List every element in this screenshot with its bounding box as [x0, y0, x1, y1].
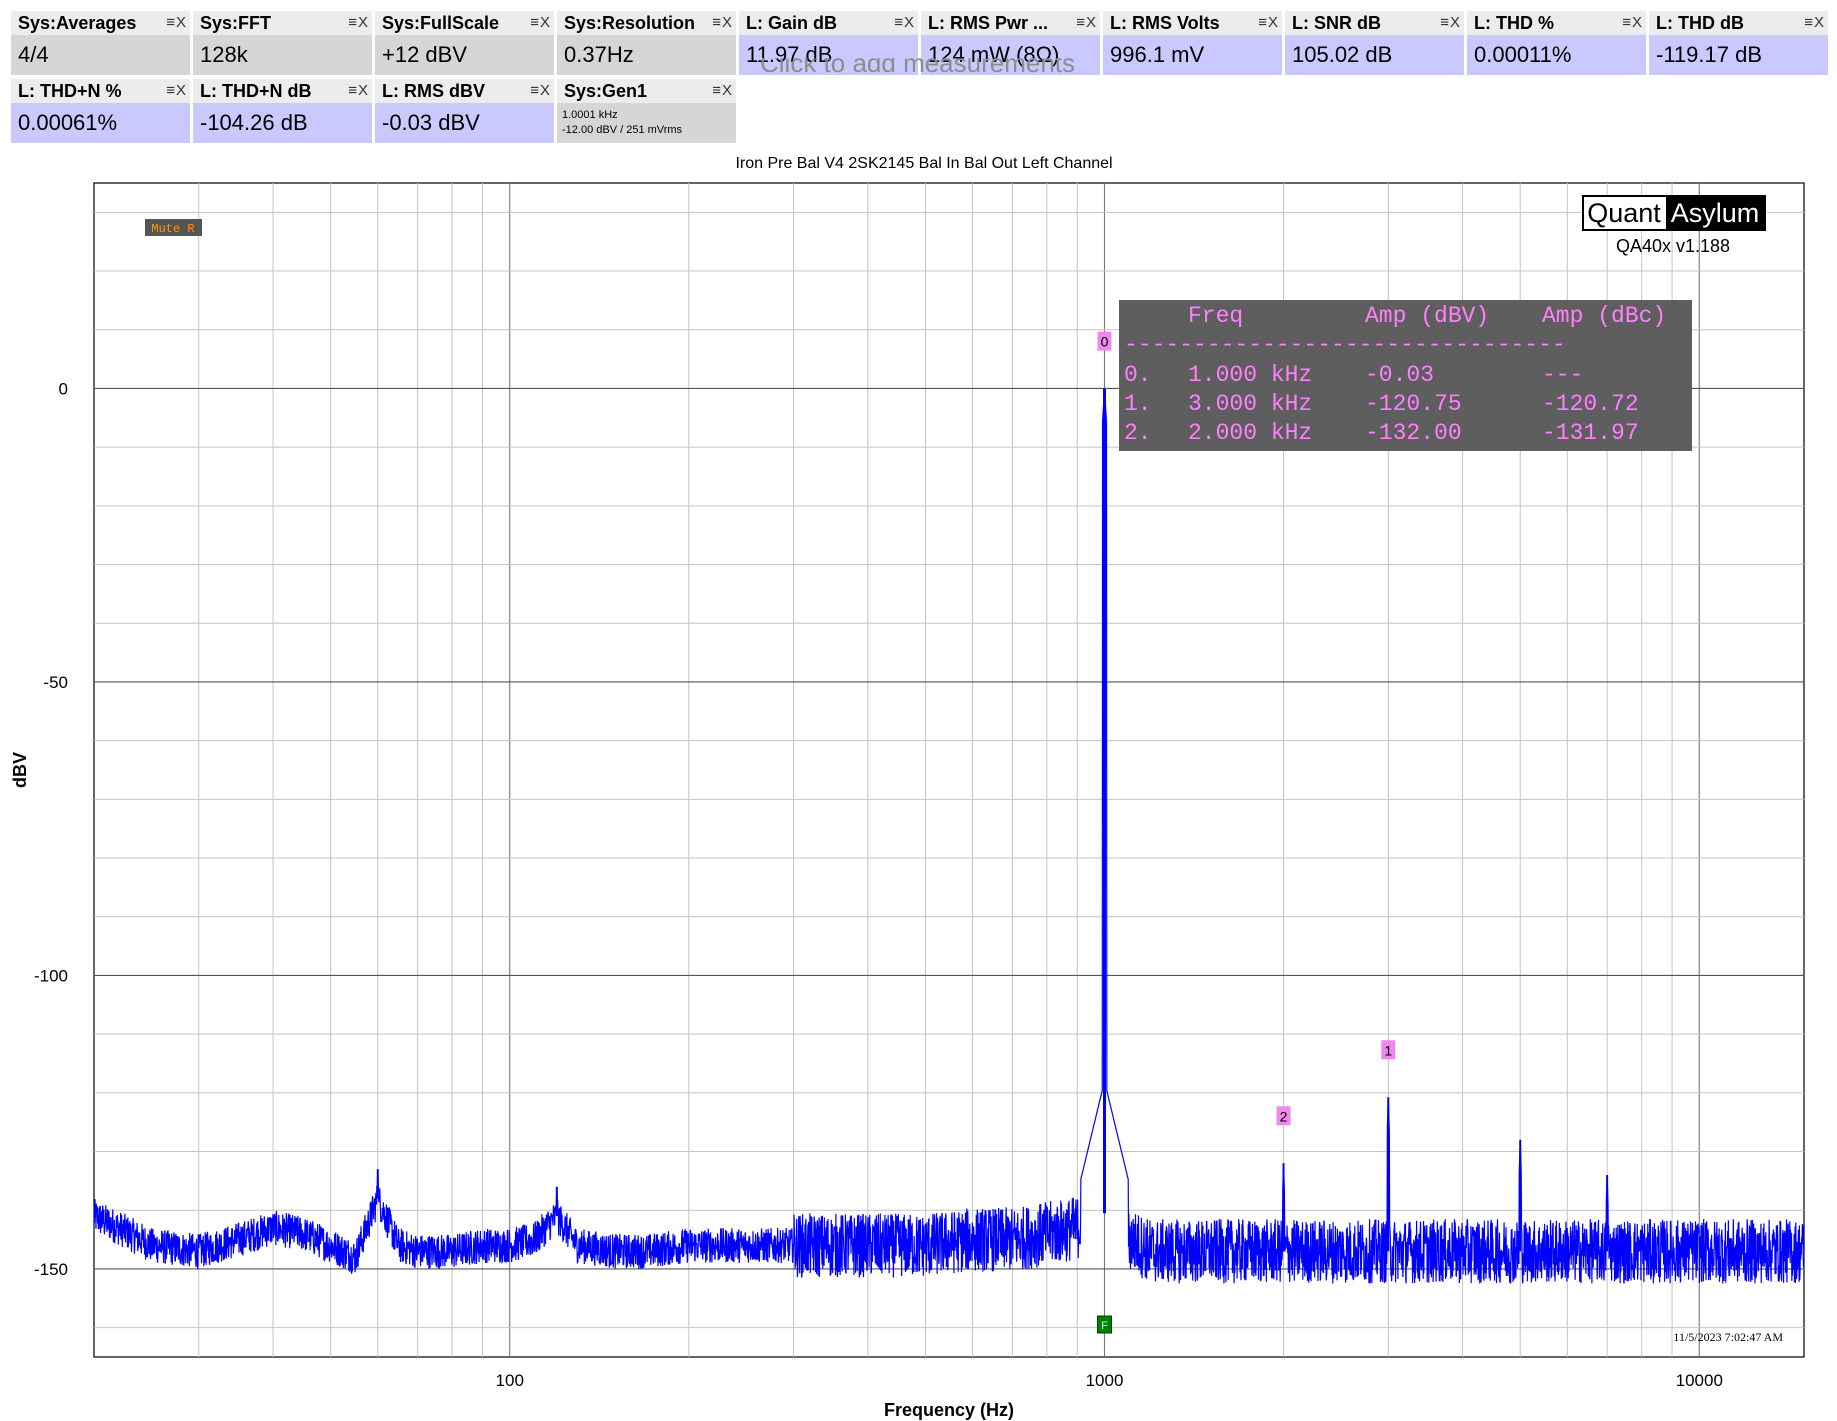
table-separator: --------------------------------: [1124, 332, 1566, 358]
y-tick-label: -150: [34, 1260, 68, 1279]
table-cell: 2.: [1124, 420, 1152, 446]
marker-label: 1: [1384, 1042, 1392, 1058]
table-cell: 1.: [1124, 391, 1152, 417]
table-cell: 3.000 kHz: [1188, 391, 1312, 417]
table-cell: 1.000 kHz: [1188, 362, 1312, 388]
chart-title: Iron Pre Bal V4 2SK2145 Bal In Bal Out L…: [735, 155, 1112, 172]
table-cell: 2.000 kHz: [1188, 420, 1312, 446]
harmonic-marker[interactable]: 2: [1276, 1106, 1291, 1126]
quantasylum-logo: Quant Asylum: [1582, 195, 1766, 231]
table-cell: -120.75: [1365, 391, 1462, 417]
table-cell: -131.97: [1542, 420, 1639, 446]
table-row: 2. 2.000 kHz -132.00 -131.97: [1124, 420, 1639, 446]
y-tick-label: -100: [34, 966, 68, 985]
marker-label: 0: [1101, 334, 1109, 350]
table-row: 1. 3.000 kHz -120.75 -120.72: [1124, 391, 1639, 417]
x-axis-label: Frequency (Hz): [884, 1400, 1014, 1420]
fundamental-marker[interactable]: F: [1096, 1315, 1112, 1334]
mute-r-badge: Mute R: [145, 219, 202, 236]
table-cell: 0.: [1124, 362, 1152, 388]
x-tick-label: 1000: [1086, 1371, 1124, 1390]
y-tick-label: 0: [59, 379, 68, 398]
marker-label: 2: [1280, 1108, 1288, 1124]
table-header-amp-dbv: Amp (dBV): [1365, 303, 1489, 329]
logo-text-quant: Quant: [1587, 198, 1661, 228]
table-cell: -0.03: [1365, 362, 1434, 388]
table-cell: -120.72: [1542, 391, 1639, 417]
fundamental-label: F: [1101, 1320, 1108, 1332]
x-tick-label: 10000: [1676, 1371, 1723, 1390]
spectrum-chart: 100 1000 10000 0 -50 -100 -150 Iron Pre Bal V4 …: [10, 155, 1805, 1420]
table-header-amp-dbc: Amp (dBc): [1542, 303, 1666, 329]
y-tick-label: -50: [43, 673, 68, 692]
version-label: QA40x v1.188: [1616, 236, 1730, 256]
x-tick-label: 100: [496, 1371, 524, 1390]
timestamp: 11/5/2023 7:02:47 AM: [1673, 1330, 1783, 1344]
harmonics-table: Freq Amp (dBV) Amp (dBc)------------------…: [1119, 300, 1692, 451]
y-axis-label: dBV: [10, 752, 30, 788]
harmonic-marker[interactable]: 1: [1381, 1040, 1396, 1060]
table-cell: -132.00: [1365, 420, 1462, 446]
harmonic-marker[interactable]: 0: [1097, 331, 1112, 351]
logo-text-asylum: Asylum: [1671, 198, 1760, 228]
badge-label: Mute R: [151, 222, 194, 236]
table-cell: ---: [1542, 362, 1583, 388]
table-header-freq: Freq: [1188, 303, 1243, 329]
